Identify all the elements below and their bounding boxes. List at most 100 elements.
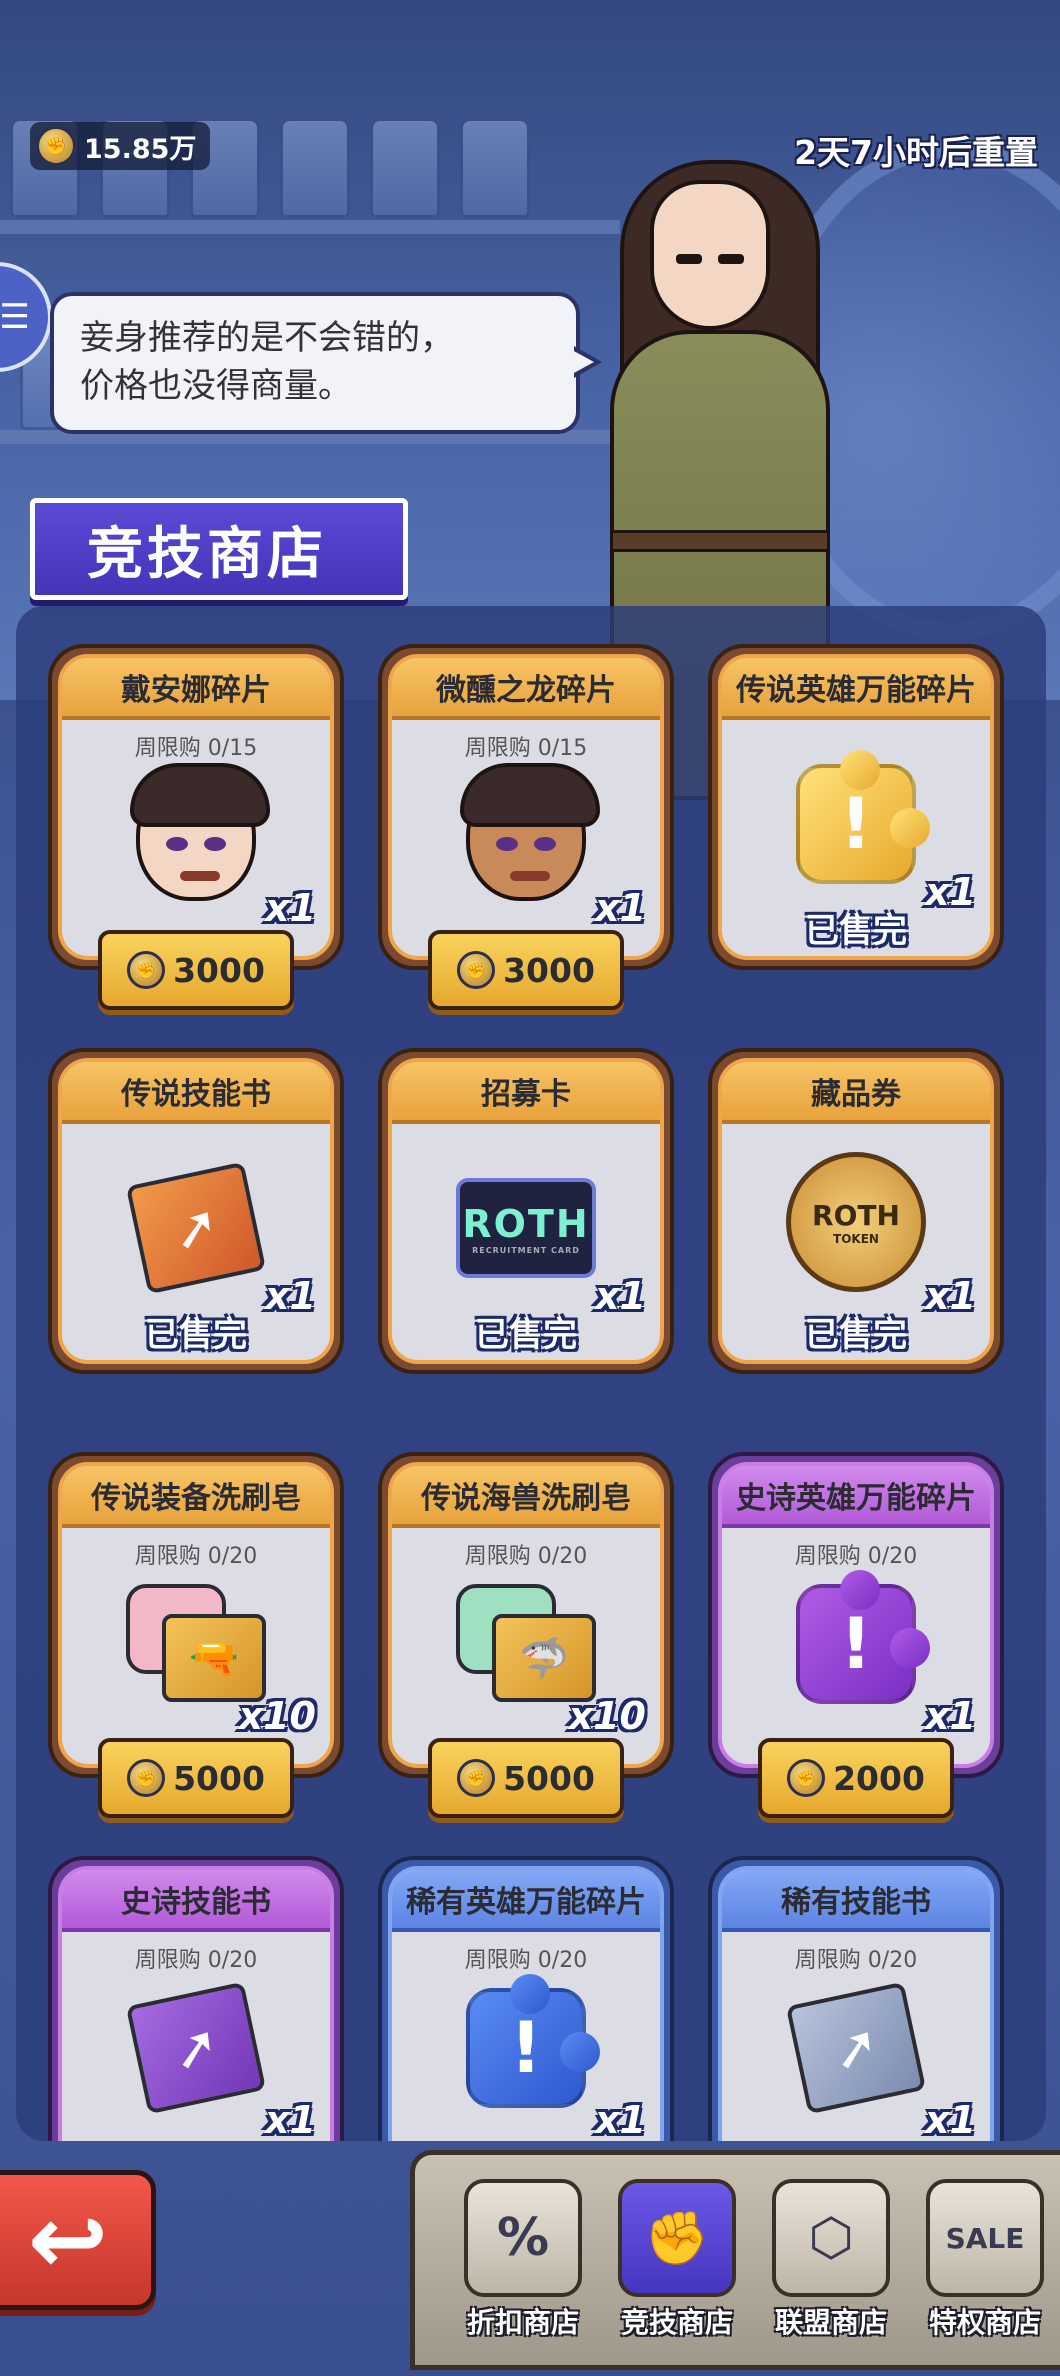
soap: 🦈 bbox=[456, 1584, 596, 1704]
card-body: 戴安娜碎片 周限购 0/15 x1 bbox=[58, 654, 334, 960]
shop-item-card[interactable]: 传说技能书 ➚ x1 已售完 bbox=[48, 1048, 344, 1374]
card-logo-text: ROTH bbox=[462, 1201, 590, 1246]
sold-out-label: 已售完 bbox=[475, 1315, 577, 1355]
currency-value: 15.85万 bbox=[84, 133, 197, 165]
item-name: 传说海兽洗刷皂 bbox=[392, 1466, 660, 1528]
purchase-limit: 周限购 0/15 bbox=[134, 736, 258, 761]
shop-item-card[interactable]: 稀有英雄万能碎片 周限购 0/20 ! x1 bbox=[378, 1856, 674, 2141]
card-body: 藏品券 ROTH TOKEN x1 已售完 bbox=[718, 1058, 994, 1364]
buy-button[interactable]: ✊ 3000 bbox=[98, 930, 294, 1010]
hero-shard-dragon-icon bbox=[456, 763, 600, 906]
shop-tab-bar: % 折扣商店 ✊ 竞技商店 ⬡ 联盟商店 SALE 特权商店 bbox=[410, 2150, 1060, 2370]
item-quantity: x1 bbox=[265, 886, 316, 930]
shop-item-card[interactable]: 微醺之龙碎片 周限购 0/15 x1 ✊ 3000 bbox=[378, 644, 674, 1010]
grey-skill-book-icon: ➚ bbox=[785, 1978, 927, 2118]
item-name: 稀有英雄万能碎片 bbox=[392, 1870, 660, 1932]
shelf bbox=[0, 220, 620, 234]
card-body: 传说装备洗刷皂 周限购 0/20 🔫 x10 bbox=[58, 1462, 334, 1768]
purchase-limit: 周限购 0/20 bbox=[134, 1948, 258, 1973]
shop-item-card[interactable]: 传说海兽洗刷皂 周限购 0/20 🦈 x10 ✊ 5000 bbox=[378, 1452, 674, 1818]
tab-privilege-shop[interactable]: SALE 特权商店 bbox=[917, 2179, 1053, 2349]
purchase-limit: 周限购 0/20 bbox=[794, 1948, 918, 1973]
card-body: 微醺之龙碎片 周限购 0/15 x1 bbox=[388, 654, 664, 960]
item-name: 传说英雄万能碎片 bbox=[722, 658, 990, 720]
item-name: 传说技能书 bbox=[62, 1062, 330, 1124]
price-value: 5000 bbox=[503, 1758, 595, 1798]
tab-label: 联盟商店 bbox=[774, 2306, 887, 2339]
shop-item-card[interactable]: 传说装备洗刷皂 周限购 0/20 🔫 x10 ✊ 5000 bbox=[48, 1452, 344, 1818]
jar bbox=[370, 118, 440, 218]
menu-lines-icon: ☰ bbox=[0, 297, 30, 337]
tab-arena-shop[interactable]: ✊ 竞技商店 bbox=[609, 2179, 745, 2349]
item-grid: 戴安娜碎片 周限购 0/15 x1 ✊ 3000 微醺之龙碎片 周限购 0/15… bbox=[48, 644, 1018, 2141]
item-name: 稀有技能书 bbox=[722, 1870, 990, 1932]
card-body: 稀有技能书 周限购 0/20 ➚ x1 bbox=[718, 1866, 994, 2141]
card-subtext: RECRUITMENT CARD bbox=[472, 1245, 580, 1255]
item-name: 藏品券 bbox=[722, 1062, 990, 1124]
shop-item-card[interactable]: 史诗英雄万能碎片 周限购 0/20 ! x1 ✊ 2000 bbox=[708, 1452, 1004, 1818]
item-name: 传说装备洗刷皂 bbox=[62, 1466, 330, 1528]
shop-item-card[interactable]: 藏品券 ROTH TOKEN x1 已售完 bbox=[708, 1048, 1004, 1374]
shop-item-card[interactable]: 招募卡 ROTH RECRUITMENT CARD x1 已售完 bbox=[378, 1048, 674, 1374]
shop-item-card[interactable]: 史诗技能书 周限购 0/20 ➚ x1 bbox=[48, 1856, 344, 2141]
item-quantity: x1 bbox=[265, 2098, 316, 2141]
puzzle-piece: ! bbox=[466, 1974, 600, 2108]
soap: 🔫 bbox=[126, 1584, 266, 1704]
alliance-icon: ⬡ bbox=[772, 2179, 890, 2297]
fist-icon: ✊ bbox=[618, 2179, 736, 2297]
recruitment-card-icon: ROTH RECRUITMENT CARD bbox=[456, 1158, 596, 1298]
item-name: 史诗技能书 bbox=[62, 1870, 330, 1932]
shop-item-card[interactable]: 稀有技能书 周限购 0/20 ➚ x1 bbox=[708, 1856, 1004, 2141]
hero-portrait bbox=[460, 763, 600, 901]
item-quantity: x1 bbox=[595, 886, 646, 930]
currency-display[interactable]: ✊ 15.85万 bbox=[30, 122, 211, 170]
sold-out-label: 已售完 bbox=[805, 1315, 907, 1355]
card-body: 史诗英雄万能碎片 周限购 0/20 ! x1 bbox=[718, 1462, 994, 1768]
sold-out-label: 已售完 bbox=[805, 911, 907, 951]
blue-puzzle-icon: ! bbox=[456, 1974, 600, 2118]
speech-line: 价格也没得商量。 bbox=[80, 366, 352, 406]
item-quantity: x10 bbox=[238, 1694, 316, 1738]
reset-timer: 2天7小时后重置 bbox=[794, 133, 1038, 172]
item-name: 微醺之龙碎片 bbox=[392, 658, 660, 720]
arena-coin-icon: ✊ bbox=[457, 951, 496, 989]
card-body: 招募卡 ROTH RECRUITMENT CARD x1 已售完 bbox=[388, 1058, 664, 1364]
back-button[interactable]: ↩ bbox=[0, 2170, 156, 2310]
roth-token-icon: ROTH TOKEN bbox=[786, 1152, 926, 1292]
tab-label: 特权商店 bbox=[928, 2306, 1041, 2339]
tab-label: 折扣商店 bbox=[466, 2306, 579, 2339]
back-arrow-icon: ↩ bbox=[27, 2184, 109, 2296]
token-logo-text: ROTH bbox=[812, 1198, 900, 1232]
character-belt bbox=[610, 530, 830, 552]
purchase-limit: 周限购 0/20 bbox=[464, 1544, 588, 1569]
buy-button[interactable]: ✊ 5000 bbox=[98, 1738, 294, 1818]
card-body: 传说英雄万能碎片 ! x1 已售完 bbox=[718, 654, 994, 960]
puzzle-piece: ! bbox=[796, 1570, 930, 1704]
recruitment-card: ROTH RECRUITMENT CARD bbox=[456, 1178, 596, 1278]
shop-item-card[interactable]: 戴安娜碎片 周限购 0/15 x1 ✊ 3000 bbox=[48, 644, 344, 1010]
item-name: 史诗英雄万能碎片 bbox=[722, 1466, 990, 1528]
buy-button[interactable]: ✊ 2000 bbox=[758, 1738, 954, 1818]
buy-button[interactable]: ✊ 5000 bbox=[428, 1738, 624, 1818]
price-value: 5000 bbox=[173, 1758, 265, 1798]
token-subtext: TOKEN bbox=[833, 1231, 879, 1246]
beast-soap-icon: 🦈 bbox=[456, 1574, 596, 1714]
speech-bubble: 妾身推荐的是不会错的， 价格也没得商量。 bbox=[50, 292, 602, 434]
purchase-limit: 周限购 0/20 bbox=[134, 1544, 258, 1569]
card-body: 稀有英雄万能碎片 周限购 0/20 ! x1 bbox=[388, 1866, 664, 2141]
item-quantity: x1 bbox=[925, 2098, 976, 2141]
character-face bbox=[650, 180, 770, 330]
skill-book: ➚ bbox=[125, 1981, 267, 2115]
jar bbox=[280, 118, 350, 218]
card-body: 史诗技能书 周限购 0/20 ➚ x1 bbox=[58, 1866, 334, 2141]
jar bbox=[460, 118, 530, 218]
arena-coin-icon: ✊ bbox=[457, 1759, 496, 1797]
tab-alliance-shop[interactable]: ⬡ 联盟商店 bbox=[763, 2179, 899, 2349]
shop-panel: 戴安娜碎片 周限购 0/15 x1 ✊ 3000 微醺之龙碎片 周限购 0/15… bbox=[16, 606, 1046, 2141]
shop-item-card[interactable]: 传说英雄万能碎片 ! x1 已售完 bbox=[708, 644, 1004, 970]
purchase-limit: 周限购 0/20 bbox=[464, 1948, 588, 1973]
buy-button[interactable]: ✊ 3000 bbox=[428, 930, 624, 1010]
hero-shard-diana-icon bbox=[126, 763, 270, 906]
tab-discount-shop[interactable]: % 折扣商店 bbox=[455, 2179, 591, 2349]
character-eye bbox=[718, 254, 744, 264]
